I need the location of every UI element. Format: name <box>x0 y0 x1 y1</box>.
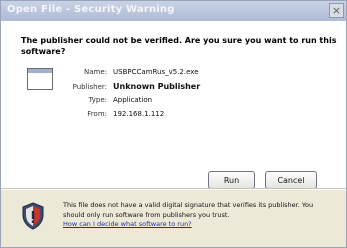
footer-text: This file does not have a valid digital … <box>63 201 314 219</box>
publisher-value: Unknown Publisher <box>113 82 201 91</box>
field-row-from: From: 192.168.1.112 <box>61 110 200 124</box>
security-warning-dialog: Open File - Security Warning × The publi… <box>0 0 347 248</box>
publisher-label: Publisher: <box>72 83 107 91</box>
security-shield-icon <box>22 202 44 230</box>
file-details: Name: USBPCCamRus_v5.2.exe Publisher: Unkn… <box>61 68 201 124</box>
name-value: USBPCCamRus_v5.2.exe <box>113 68 199 76</box>
field-row-name: Name: USBPCCamRus_v5.2.exe <box>61 68 200 82</box>
run-button[interactable]: Run <box>208 171 255 189</box>
decide-software-link[interactable]: How can I decide what software to run? <box>63 220 335 230</box>
warning-message: The publisher could not be verified. Are… <box>21 36 337 56</box>
cancel-button[interactable]: Cancel <box>265 171 317 189</box>
close-button[interactable]: × <box>329 3 344 18</box>
field-row-publisher: Publisher: Unknown Publisher <box>61 82 201 96</box>
footer-note: This file does not have a valid digital … <box>63 201 335 230</box>
divider <box>1 188 346 190</box>
from-value: 192.168.1.112 <box>113 110 165 118</box>
window-title: Open File - Security Warning <box>7 4 175 15</box>
close-icon: × <box>331 4 342 17</box>
type-label: Type: <box>88 96 107 104</box>
name-label: Name: <box>83 68 107 76</box>
title-bar[interactable]: Open File - Security Warning × <box>1 1 346 21</box>
from-label: From: <box>87 110 107 118</box>
field-row-type: Type: Application <box>61 96 200 110</box>
dialog-content: The publisher could not be verified. Are… <box>1 21 346 189</box>
type-value: Application <box>113 96 153 104</box>
application-icon <box>27 68 53 90</box>
